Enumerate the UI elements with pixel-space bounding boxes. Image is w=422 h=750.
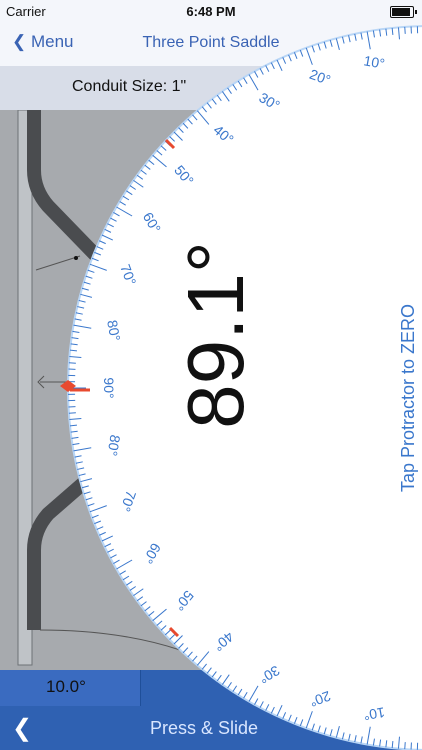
tap-to-zero-label: Tap Protractor to ZERO	[398, 303, 418, 492]
measure-line	[35, 255, 81, 271]
footer-back-icon[interactable]: ❮	[12, 714, 32, 743]
angle-value: 10.0°	[46, 677, 86, 696]
battery-fill	[392, 8, 410, 16]
measure-point	[74, 256, 78, 260]
conduit-lower-bend	[27, 454, 115, 630]
conduit-size-label: Conduit Size: 1"	[72, 78, 187, 95]
press-slide-label: Press & Slide	[150, 718, 259, 738]
status-bar: Carrier 6:48 PM	[0, 0, 422, 22]
footer-bar: 10.0° ❮ Press & Slide	[0, 670, 422, 750]
clock: 6:48 PM	[186, 4, 236, 19]
angle-readout: 89.1°	[171, 60, 422, 429]
conduit-upper-bend	[27, 110, 116, 275]
measure-curve	[39, 629, 181, 651]
battery-icon	[390, 6, 417, 18]
page-title: Three Point Saddle	[142, 34, 280, 51]
angle-reading: 89.1°	[171, 241, 260, 429]
angle-input-box[interactable]: 10.0°	[0, 670, 141, 706]
